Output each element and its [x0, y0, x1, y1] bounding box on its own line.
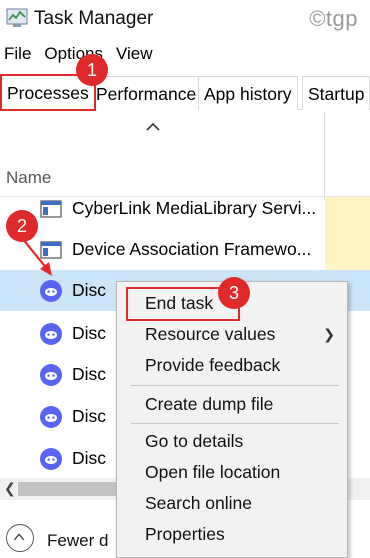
process-row[interactable]: CyberLink MediaLibrary Servi...	[0, 188, 324, 229]
column-header-name[interactable]: Name	[6, 168, 51, 188]
menu-item-properties[interactable]: Properties	[117, 519, 347, 549]
discord-icon	[40, 279, 62, 302]
process-name: CyberLink MediaLibrary Servi...	[72, 198, 317, 218]
discord-icon	[40, 322, 62, 345]
cpu-column-cells	[325, 197, 370, 279]
menu-item-go-to-details[interactable]: Go to details	[117, 426, 347, 456]
column-divider	[324, 112, 325, 200]
chevron-right-icon: ❯	[323, 326, 335, 342]
watermark: ©tgp	[309, 6, 358, 31]
tab-app-history[interactable]: App history	[198, 76, 298, 110]
window-title: Task Manager	[34, 8, 154, 29]
sort-up-icon[interactable]	[146, 122, 160, 132]
scroll-left-icon[interactable]: ❮	[4, 480, 16, 497]
menu-item-search-online[interactable]: Search online	[117, 488, 347, 518]
annotation-badge-1: 1	[76, 54, 108, 86]
discord-icon	[40, 405, 62, 428]
annotation-badge-3: 3	[218, 277, 250, 309]
menu-item-open-file-location[interactable]: Open file location	[117, 457, 347, 487]
menu-item-create-dump-file[interactable]: Create dump file	[117, 389, 347, 419]
menu-item-resource-values[interactable]: Resource values ❯	[117, 319, 347, 349]
tab-startup[interactable]: Startup	[302, 76, 370, 110]
menu-separator	[131, 385, 339, 386]
discord-icon	[40, 363, 62, 386]
menu-item-label: Resource values	[145, 324, 276, 344]
context-menu: End task Resource values ❯ Provide feedb…	[116, 281, 348, 558]
menu-view[interactable]: View	[116, 44, 153, 68]
chevron-up-circle-icon[interactable]	[6, 524, 34, 552]
menu-file[interactable]: File	[4, 44, 31, 68]
fewer-details-link[interactable]: Fewer d	[47, 531, 108, 551]
menu-item-provide-feedback[interactable]: Provide feedback	[117, 350, 347, 380]
discord-icon	[40, 447, 62, 470]
tab-performance[interactable]: Performance	[90, 76, 203, 110]
tab-strip: Performance App history Startup Processe…	[0, 72, 370, 111]
menu-separator	[131, 423, 339, 424]
task-manager-icon	[6, 8, 28, 27]
process-name: Device Association Framewo...	[72, 239, 312, 259]
app-window-icon	[40, 199, 62, 218]
arrow-icon	[21, 237, 52, 276]
title-bar: Task Manager ©tgp	[0, 0, 370, 40]
